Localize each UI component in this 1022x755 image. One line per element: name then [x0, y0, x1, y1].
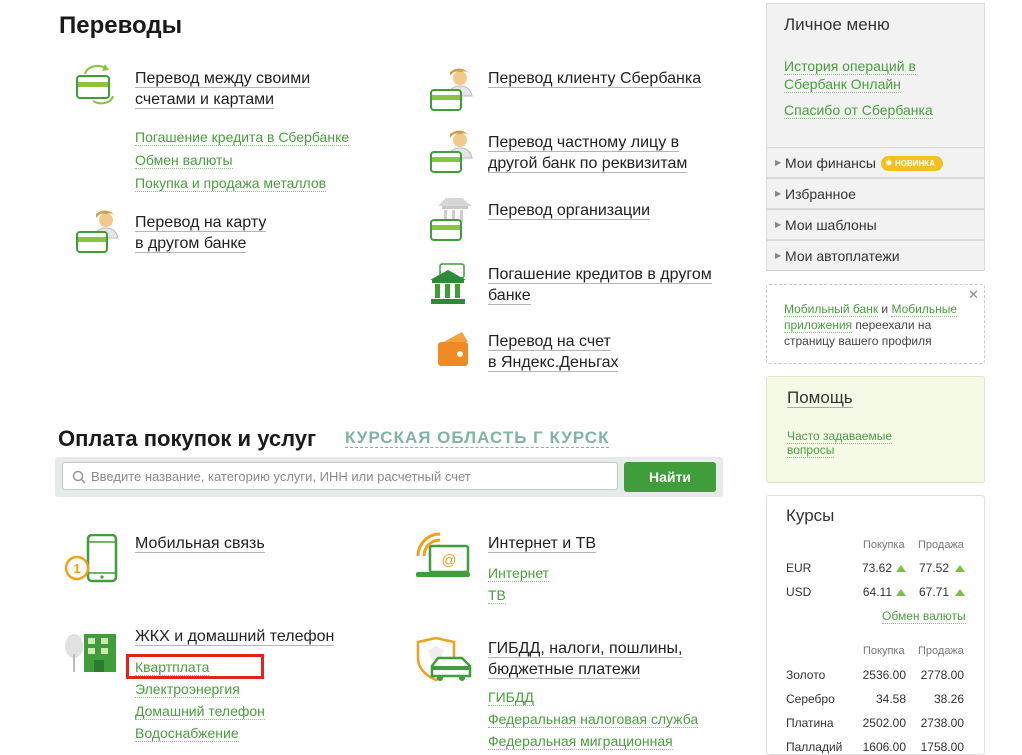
- arrow-up-icon: [955, 589, 965, 596]
- currency-name: EUR: [786, 561, 812, 575]
- metals-trade-link[interactable]: Покупка и продажа металлов: [135, 175, 327, 192]
- transfer-organization-link[interactable]: Перевод организации: [488, 200, 651, 221]
- metal-sell: 38.26: [933, 692, 964, 706]
- transfer-yandex-link[interactable]: Перевод на счет в Яндекс.Деньгах: [488, 331, 619, 373]
- metal-sell: 1758.00: [920, 740, 964, 754]
- menu-item-finances[interactable]: ▶ Мои финансы НОВИНКА ✸: [766, 147, 985, 178]
- metal-sell: 2778.00: [920, 668, 964, 682]
- transfer-private-person-link[interactable]: Перевод частному лицу в другой банк по р…: [488, 132, 688, 174]
- currency-buy: 64.11: [862, 585, 892, 599]
- home-phone-link[interactable]: Домашний телефон: [135, 703, 265, 720]
- col-buy-header: Покупка: [863, 539, 905, 551]
- electricity-link[interactable]: Электроэнергия: [135, 681, 240, 698]
- search-input[interactable]: [91, 467, 611, 485]
- tax-service-link[interactable]: Федеральная налоговая служба: [488, 711, 699, 728]
- mobile-bank-link[interactable]: Мобильный банк: [784, 302, 879, 317]
- water-supply-link[interactable]: Водоснабжение: [135, 725, 239, 742]
- card-exchange-icon: [73, 62, 123, 111]
- currency-name: USD: [786, 585, 812, 599]
- rates-exchange-link[interactable]: Обмен валюты: [882, 609, 966, 624]
- star-icon: ✸: [885, 158, 893, 168]
- help-title[interactable]: Помощь: [787, 388, 853, 408]
- person-card-icon: [428, 66, 476, 119]
- metal-buy: 1606.00: [862, 740, 906, 754]
- rates-title: Курсы: [786, 506, 835, 525]
- search-field: [62, 462, 618, 490]
- transfer-card-other-bank-link[interactable]: Перевод на карту в другом банке: [135, 212, 267, 254]
- triangle-right-icon: ▶: [775, 251, 782, 260]
- notice-text: Мобильный банк и Мобильные приложения пе…: [784, 302, 958, 348]
- loan-repayment-sber-link[interactable]: Погашение кредита в Сбербанке: [135, 129, 350, 146]
- arrow-up-icon: [955, 565, 965, 572]
- migration-service-link[interactable]: Федеральная миграционная: [488, 733, 673, 750]
- mobile-apps-link-2[interactable]: приложения: [784, 318, 853, 333]
- metal-name: Платина: [786, 716, 834, 730]
- house-tree-icon: [62, 628, 122, 681]
- internet-tv-icon: @: [414, 530, 472, 587]
- metal-name: Серебро: [786, 692, 835, 706]
- metal-name: Золото: [786, 668, 826, 682]
- internet-link[interactable]: Интернет: [488, 565, 550, 582]
- currency-exchange-link[interactable]: Обмен валюты: [135, 152, 233, 169]
- region-selector[interactable]: КУРСКАЯ ОБЛАСТЬ Г КУРСК: [345, 428, 610, 448]
- menu-item-favorites[interactable]: ▶ Избранное: [766, 178, 985, 209]
- currency-sell: 77.52: [918, 561, 949, 575]
- bank-card-icon: [428, 194, 478, 247]
- triangle-right-icon: ▶: [775, 220, 782, 229]
- yandex-wallet-icon: [436, 330, 472, 373]
- menu-item-autopayments[interactable]: ▶ Мои автоплатежи: [766, 240, 985, 271]
- mobile-apps-link[interactable]: Мобильные: [891, 302, 958, 317]
- arrow-up-icon: [896, 589, 906, 596]
- currency-buy: 73.62: [861, 561, 892, 575]
- col-sell-header: Продажа: [918, 645, 964, 657]
- gibdd-link[interactable]: ГИБДД: [488, 689, 534, 706]
- bank-building-icon: [428, 262, 468, 313]
- spasibo-link[interactable]: Спасибо от Сбербанка: [784, 102, 933, 119]
- col-buy-header: Покупка: [863, 645, 905, 657]
- highlight-box: [126, 654, 264, 679]
- payments-heading: Оплата покупок и услуг: [58, 426, 317, 451]
- menu-item-templates[interactable]: ▶ Мои шаблоны: [766, 209, 985, 240]
- transfer-sber-client-link[interactable]: Перевод клиенту Сбербанка: [488, 68, 702, 89]
- person-card-icon: [74, 208, 122, 261]
- arrow-up-icon: [896, 565, 906, 572]
- personal-menu-title: Личное меню: [784, 15, 890, 34]
- svg-text:1: 1: [73, 561, 80, 576]
- faq-link[interactable]: Часто задаваемые вопросы: [787, 429, 893, 458]
- loan-repayment-other-bank-link[interactable]: Погашение кредитов в другом банке: [488, 264, 712, 306]
- mobile-link[interactable]: Мобильная связь: [135, 533, 265, 554]
- currency-sell: 67.71: [918, 585, 949, 599]
- mobile-phone-icon: 1: [64, 533, 120, 589]
- housing-link[interactable]: ЖКХ и домашний телефон: [135, 626, 335, 647]
- metal-buy: 34.58: [875, 692, 906, 706]
- search-icon: [72, 470, 86, 484]
- search-button[interactable]: Найти: [624, 462, 716, 492]
- gibdd-taxes-link[interactable]: ГИБДД, налоги, пошлины, бюджетные платеж…: [488, 638, 683, 680]
- transfers-heading: Переводы: [59, 12, 183, 39]
- transfer-own-accounts-link[interactable]: Перевод между своими счетами и картами: [135, 68, 311, 110]
- tv-link[interactable]: ТВ: [488, 587, 506, 604]
- close-icon[interactable]: ✕: [968, 287, 979, 303]
- internet-tv-link[interactable]: Интернет и ТВ: [488, 533, 597, 554]
- svg-text:@: @: [441, 552, 456, 569]
- metal-sell: 2738.00: [920, 716, 964, 730]
- person-card-icon: [428, 128, 476, 181]
- metal-buy: 2502.00: [862, 716, 906, 730]
- search-bar: Найти: [55, 457, 723, 497]
- metal-buy: 2536.00: [862, 668, 906, 682]
- history-link[interactable]: История операций в Сбербанк Онлайн: [784, 57, 916, 93]
- col-sell-header: Продажа: [918, 539, 964, 551]
- triangle-right-icon: ▶: [775, 158, 782, 167]
- triangle-right-icon: ▶: [775, 189, 782, 198]
- metal-name: Палладий: [786, 740, 843, 754]
- car-shield-icon: [414, 636, 474, 691]
